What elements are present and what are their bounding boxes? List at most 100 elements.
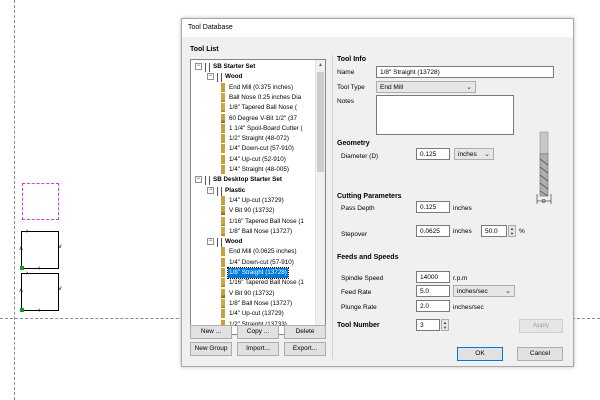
apply-button[interactable]: Apply xyxy=(519,319,563,333)
tree-item-label: 1/8" Tapered Ball Nose ( xyxy=(229,104,297,112)
diameter-input[interactable]: 0.125 xyxy=(416,148,450,160)
tool-database-dialog: Tool Database Tool List ▲ ▼ − SB Starter … xyxy=(181,18,574,367)
ball-nose-tool-icon xyxy=(221,103,225,113)
scroll-up-icon[interactable]: ▲ xyxy=(318,62,323,68)
plunge-rate-input[interactable]: 2.0 xyxy=(416,300,450,312)
tree-tool-item[interactable]: End Mill (0.375 inches) xyxy=(191,82,294,93)
tree-group[interactable]: − SB Desktop Starter Set xyxy=(191,175,283,186)
diameter-unit-select[interactable]: inches ⌄ xyxy=(454,148,494,160)
end-mill-tool-icon xyxy=(221,257,225,267)
tree-tool-item[interactable]: 1/4" Down-cut (57-910) xyxy=(191,144,295,154)
plunge-rate-label: Plunge Rate xyxy=(341,304,377,311)
copy-tool-button[interactable]: Copy ... xyxy=(237,325,279,339)
vector-square-top[interactable]: › ˅ ˄ ‹ xyxy=(19,228,62,272)
spindle-speed-input[interactable]: 14000 xyxy=(416,271,450,283)
tree-group[interactable]: − SB Starter Set xyxy=(191,62,256,72)
direction-arrow-icon: › xyxy=(26,270,29,277)
panel-divider xyxy=(332,55,333,359)
notes-label: Notes xyxy=(337,98,354,105)
tool-tree[interactable]: ▲ ▼ − SB Starter Set − Wood End Mill (0.375 … xyxy=(190,59,326,335)
pass-depth-unit: inches xyxy=(453,205,472,212)
ball-nose-tool-icon xyxy=(221,92,225,102)
tree-tool-item[interactable]: 1/4" Straight (48-005) xyxy=(191,165,290,175)
ball-nose-tool-icon xyxy=(221,298,225,308)
end-mill-tool-icon xyxy=(221,144,225,154)
cancel-button[interactable]: Cancel xyxy=(517,347,563,361)
tree-item-label: 60 Degree V-Bit 1/2" (37 xyxy=(229,114,298,122)
tree-item-label: Plastic xyxy=(225,186,246,194)
group-folder-icon xyxy=(217,186,222,196)
diameter-unit-value: inches xyxy=(458,151,477,158)
tree-item-label: 1/4" Down-cut (57-910) xyxy=(229,258,294,266)
tree-tool-item[interactable]: 1 1/4" Spoil-Board Cutter ( xyxy=(191,123,304,134)
tree-tool-item[interactable]: 1/16" Tapered Ball Nose (1 xyxy=(191,216,305,227)
tree-tool-item[interactable]: 1/8" Ball Nose (13727) xyxy=(191,226,293,237)
tree-tool-item[interactable]: 60 Degree V-Bit 1/2" (37 xyxy=(191,113,298,124)
collapse-icon[interactable]: − xyxy=(207,238,214,246)
stepover-spinner[interactable]: ▲ ▼ xyxy=(508,225,516,237)
direction-arrow-icon: ˄ xyxy=(19,288,24,295)
vbit-tool-icon xyxy=(221,206,225,216)
tree-tool-item[interactable]: V Bit 90 (13732) xyxy=(191,288,276,299)
spindle-speed-label: Spindle Speed xyxy=(341,275,384,282)
tree-item-label: 1/8" Ball Nose (13727) xyxy=(229,299,293,307)
tree-item-label: 1/8" Straight (13728) xyxy=(227,267,289,279)
tool-type-value: End Mill xyxy=(380,84,404,91)
tool-number-label: Tool Number xyxy=(337,322,380,329)
tree-group[interactable]: − Wood xyxy=(191,237,243,248)
feed-rate-input[interactable]: 5.0 xyxy=(416,285,450,297)
direction-arrow-icon: ˅ xyxy=(57,286,62,293)
tree-tool-item[interactable]: 1/8" Ball Nose (13727) xyxy=(191,298,293,309)
tool-number-spinner[interactable]: ▲ ▼ xyxy=(441,319,449,331)
ok-button[interactable]: OK xyxy=(457,347,503,361)
collapse-icon[interactable]: − xyxy=(195,176,202,184)
collapse-icon[interactable]: − xyxy=(195,63,202,70)
tree-tool-item[interactable]: 1/2" Straight (48-072) xyxy=(191,134,290,144)
tree-group[interactable]: − Wood xyxy=(191,72,243,83)
collapse-icon[interactable]: − xyxy=(207,186,214,194)
tree-item-label: 1/8" Ball Nose (13727) xyxy=(229,227,293,235)
new-tool-button[interactable]: New ... xyxy=(190,325,232,339)
direction-arrow-icon: › xyxy=(26,228,29,235)
tree-tool-item[interactable]: 1/16" Tapered Ball Nose (1 xyxy=(191,278,305,288)
scroll-thumb[interactable] xyxy=(317,72,324,172)
tree-tool-item[interactable]: Ball Nose 0.25 inches Dia xyxy=(191,92,302,103)
vbit-tool-icon xyxy=(221,113,225,123)
tree-tool-item[interactable]: 1/4" Down-cut (57-910) xyxy=(191,257,295,268)
notes-textarea[interactable] xyxy=(376,95,514,135)
tree-item-label: SB Starter Set xyxy=(213,63,256,70)
dialog-title: Tool Database xyxy=(188,24,233,31)
tree-tool-item[interactable]: 1/8" Tapered Ball Nose ( xyxy=(191,103,298,113)
tool-type-select[interactable]: End Mill ⌄ xyxy=(376,81,476,93)
stepover-input[interactable]: 0.0625 xyxy=(416,225,450,237)
tree-tool-item[interactable]: 1/8" Straight (13728) xyxy=(191,267,289,279)
import-button[interactable]: Import... xyxy=(237,342,279,356)
group-folder-icon xyxy=(217,238,222,248)
end-mill-tool-icon xyxy=(221,165,225,174)
stepover-unit: inches xyxy=(453,228,472,235)
tree-group[interactable]: − Plastic xyxy=(191,186,246,196)
tree-tool-item[interactable]: 1/4" Up-cut (52-910) xyxy=(191,154,287,165)
chevron-down-icon: ⌄ xyxy=(484,151,490,158)
tree-tool-item[interactable]: V Bit 90 (13732) xyxy=(191,206,276,216)
tool-number-input[interactable]: 3 xyxy=(416,319,440,331)
collapse-icon[interactable]: − xyxy=(207,73,214,81)
group-folder-icon xyxy=(205,63,210,72)
selection-guide-box xyxy=(22,183,59,220)
feed-rate-unit-select[interactable]: inches/sec ⌄ xyxy=(453,285,515,297)
tool-name-input[interactable]: 1/8" Straight (13728) xyxy=(376,66,554,78)
stepover-percent-input[interactable]: 50.0 xyxy=(481,225,507,237)
export-button[interactable]: Export... xyxy=(284,342,326,356)
delete-tool-button[interactable]: Delete xyxy=(284,325,326,339)
tree-tool-item[interactable]: 1/4" Up-cut (13729) xyxy=(191,195,285,206)
tree-scrollbar[interactable]: ▲ ▼ xyxy=(315,60,325,334)
tree-item-label: 1/4" Down-cut (57-910) xyxy=(229,145,294,153)
pass-depth-input[interactable]: 0.125 xyxy=(416,201,450,213)
new-group-button[interactable]: New Group xyxy=(190,342,232,356)
tree-tool-item[interactable]: End Mill (0.0625 inches) xyxy=(191,247,298,257)
tree-item-label: Wood xyxy=(225,238,243,246)
vector-square-bottom[interactable]: › ˅ ˄ ‹ xyxy=(19,270,62,314)
vbit-tool-icon xyxy=(221,288,225,298)
tree-tool-item[interactable]: 1/4" Up-cut (13729) xyxy=(191,309,285,319)
end-mill-tool-icon xyxy=(221,309,225,319)
